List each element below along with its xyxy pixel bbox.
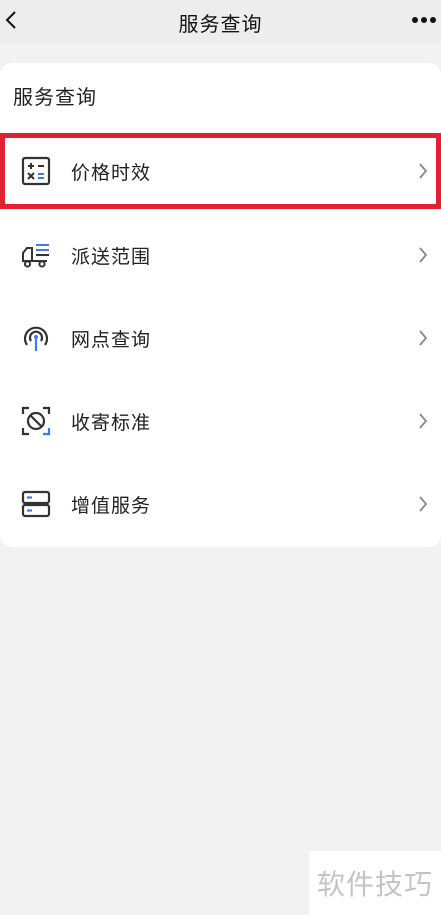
row-label: 价格时效 — [71, 161, 152, 184]
chevron-left-icon — [5, 11, 16, 29]
row-value-added[interactable]: 增值服务 — [0, 466, 441, 542]
row-label: 收寄标准 — [71, 411, 152, 434]
row-delivery-range[interactable]: 派送范围 — [0, 217, 441, 293]
chevron-right-icon — [413, 411, 433, 431]
chevron-right-icon — [413, 494, 433, 514]
row-shipping-standard[interactable]: 收寄标准 — [0, 383, 441, 459]
row-price-time[interactable]: 价格时效 — [0, 133, 441, 209]
delivery-truck-icon — [19, 238, 53, 272]
chevron-right-icon — [413, 161, 433, 181]
nav-bar: 服务查询 — [0, 0, 441, 44]
calculator-icon — [19, 154, 53, 188]
prohibited-icon — [19, 404, 53, 438]
section-title: 服务查询 — [13, 85, 97, 109]
row-label: 派送范围 — [71, 245, 152, 268]
row-label: 增值服务 — [71, 494, 152, 517]
service-card: 服务查询 价格时效 派送范围 网点查询 收寄标准 增值服务 — [0, 63, 441, 547]
location-signal-icon — [19, 321, 53, 355]
chevron-right-icon — [413, 245, 433, 265]
row-label: 网点查询 — [71, 328, 152, 351]
more-dots-icon — [412, 17, 436, 23]
watermark: 软件技巧 — [309, 851, 441, 915]
chevron-right-icon — [413, 328, 433, 348]
back-button[interactable] — [0, 6, 22, 34]
row-outlet-query[interactable]: 网点查询 — [0, 300, 441, 376]
more-button[interactable] — [407, 6, 441, 34]
page-title: 服务查询 — [178, 11, 263, 36]
server-icon — [19, 487, 53, 521]
